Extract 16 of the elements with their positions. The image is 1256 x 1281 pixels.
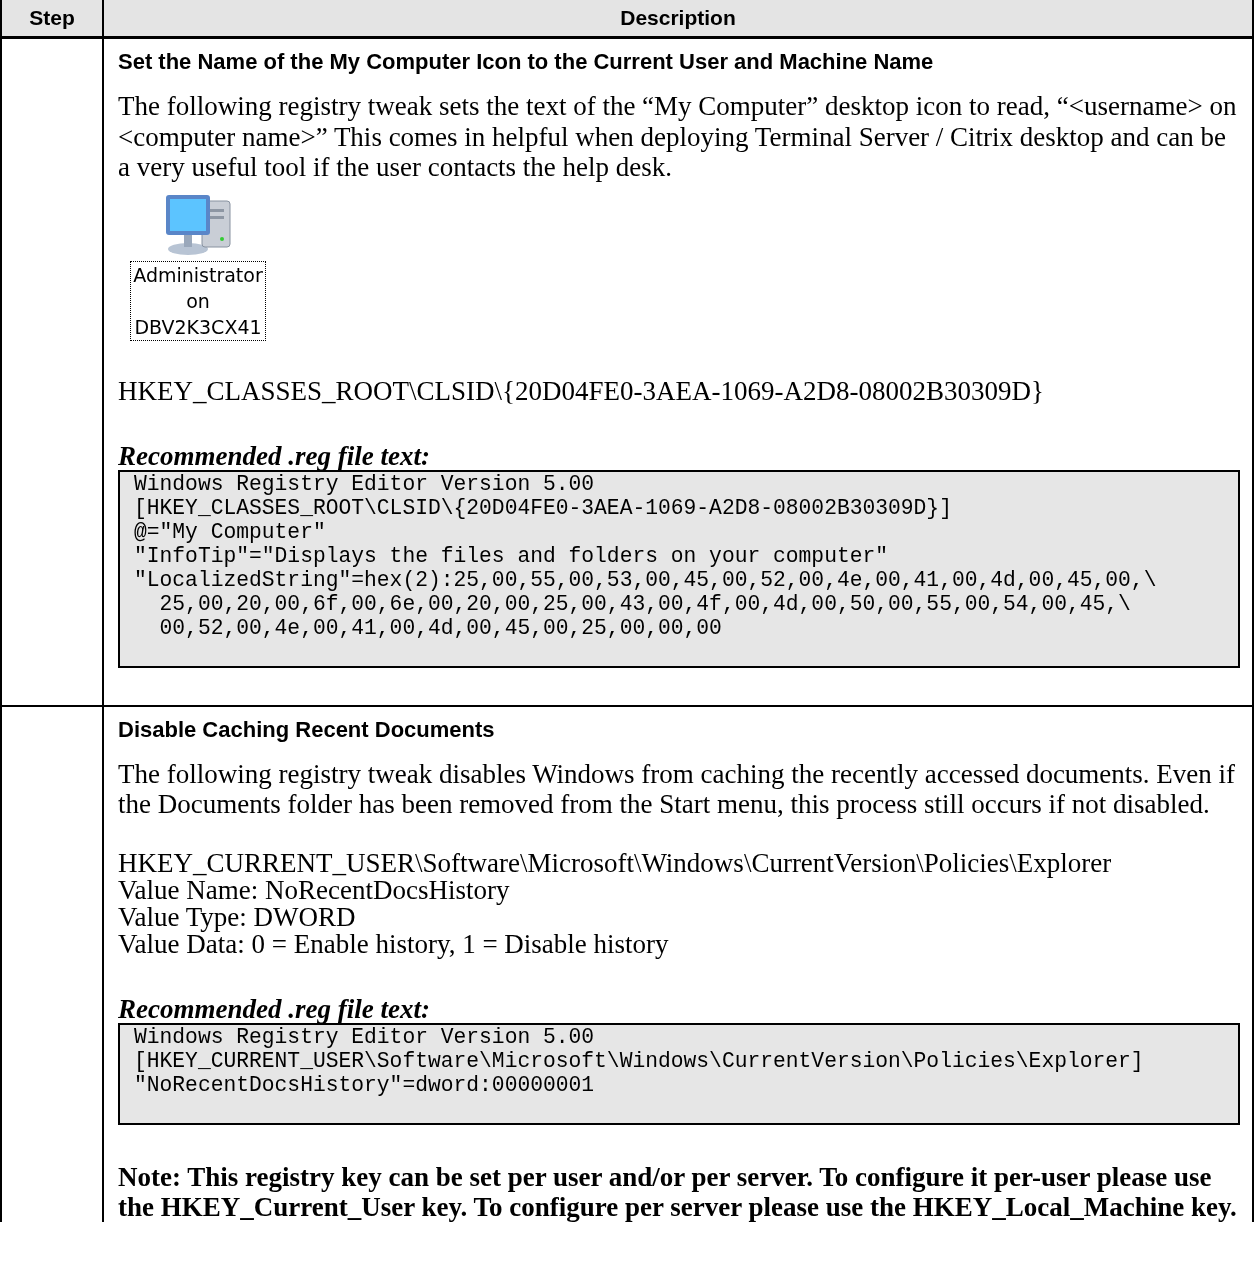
column-header: Description	[104, 0, 1252, 39]
icon-label: Administrator on DBV2K3CX41	[130, 260, 266, 341]
column-header: Step	[2, 0, 104, 39]
section-heading: Set the Name of the My Computer Icon to the Current User and Machine Name	[118, 49, 935, 75]
registry-text: HKEY_CURRENT_USER\Software\Microsoft\Windows\CurrentVersion\Policies\Explorer	[118, 849, 1113, 877]
code-caption: Recommended .reg file text:	[118, 441, 431, 470]
registry-text: Value Type: DWORD	[118, 903, 356, 931]
code-block: Windows Registry Editor Version 5.00 [HKEY_CURRENT_USER\Software\Microsoft\Windows\CurrentVersion\Policies\Explorer] "NoRecentDocsHistory"=dword:00000001	[118, 1022, 1240, 1125]
note-paragraph: Note: This registry key can be set per user and/or per server. To configure it per-user please use the HKEY_Current_User key. To configure per server please use the HKEY_Local_Machine key.	[118, 1161, 1238, 1222]
registry-text: HKEY_CLASSES_ROOT\CLSID\{20D04FE0-3AEA-1069-A2D8-08002B30309D}	[118, 377, 1045, 405]
code-block: Windows Registry Editor Version 5.00 [HKEY_CLASSES_ROOT\CLSID\{20D04FE0-3AEA-1069-A2D8-08002B30309D}] @="My Computer" "InfoTip"="Displays the files and folders on your computer" "LocalizedString"=hex(2):25,00,55,00,53,00,45,00,52,00,4e,00,41,00,4d,00,45,00,\ 25,00,20,00,6f,00,6e,00,20,00,25,00,43,00,4f,00,4d,00,50,00,55,00,54,00,45,\ 00,52,00,4e,00,41,00,4d,00,45,00,25,00,00,00	[118, 469, 1240, 668]
code-caption: Recommended .reg file text:	[118, 994, 431, 1023]
paragraph: The following registry tweak disables Windows from caching the recently accessed documents. Even if the Documents folder has been removed from the Start menu, this process still occurs if not disabled.	[118, 758, 1237, 820]
section-heading: Disable Caching Recent Documents	[118, 716, 496, 743]
paragraph: The following registry tweak sets the text of the “My Computer” desktop icon to read, “<username> on <computer name>” This comes in helpful when deploying Terminal Server / Citrix desktop and can be a very useful tool if the user contacts the help desk.	[118, 91, 1238, 183]
registry-text: Value Name: NoRecentDocsHistory	[118, 876, 510, 904]
